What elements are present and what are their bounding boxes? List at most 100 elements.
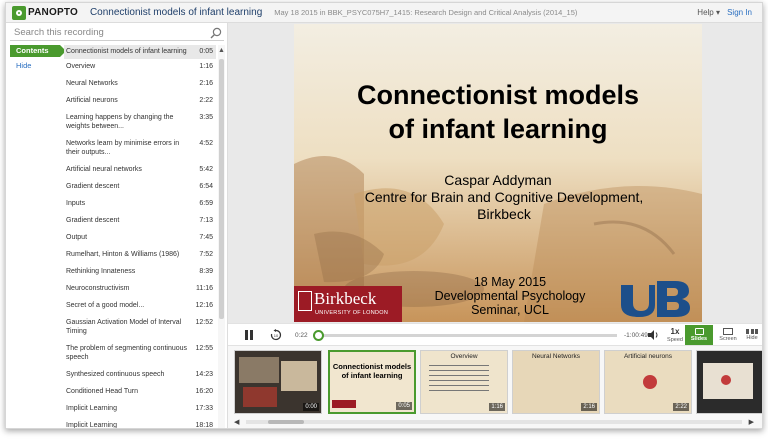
thumbnail-neuron-icon — [643, 375, 657, 389]
hide-panel-link[interactable]: Hide — [10, 61, 60, 70]
toc-item[interactable]: Implicit Learning 18:18 — [64, 418, 216, 429]
toc-item-title: Artificial neurons — [66, 97, 118, 104]
scrollbar-thumb[interactable] — [219, 59, 224, 319]
slide-content: Connectionist models of infant learning … — [294, 24, 702, 322]
toc-item[interactable]: Inputs 6:59 — [64, 196, 216, 213]
toc-item[interactable]: Gradient descent 7:13 — [64, 213, 216, 230]
thumbnail-time: 1:16 — [489, 403, 505, 411]
header-bar: PANOPTO Connectionist models of infant l… — [6, 3, 762, 23]
toc-item[interactable]: Secret of a good model... 12:16 — [64, 298, 216, 315]
thumbnail-4[interactable]: Artificial neurons 2:22 — [604, 350, 692, 414]
toc-item[interactable]: Rethinking Innateness 8:39 — [64, 264, 216, 281]
tab-contents[interactable]: Contents — [10, 45, 66, 57]
slide-affiliation-line1: Centre for Brain and Cognitive Developme… — [364, 189, 644, 205]
screen-view-button[interactable]: Screen — [717, 325, 739, 346]
rewind-icon[interactable]: 10 — [270, 329, 282, 341]
toc-item[interactable]: Learning happens by changing the weights… — [64, 110, 216, 136]
toc-item-title: Networks learn by minimise errors in the… — [66, 140, 180, 156]
screen-label: Screen — [719, 336, 737, 342]
toc-item[interactable]: Overview 1:16 — [64, 59, 216, 76]
scroll-left-icon[interactable]: ◀ — [234, 418, 239, 426]
toc-item-time: 1:16 — [199, 63, 213, 70]
toc-item-title: Implicit Learning — [66, 405, 117, 412]
thumbnail-1[interactable]: Connectionist models of infant learning … — [328, 350, 416, 414]
progress-knob[interactable] — [312, 330, 324, 341]
toc-item-title: Connectionist models of infant learning — [66, 48, 187, 55]
toc-item-title: Neuroconstructivism — [66, 285, 130, 292]
toc-item[interactable]: Networks learn by minimise errors in the… — [64, 136, 216, 162]
thumbnail-time: 2:22 — [673, 403, 689, 411]
slide-venue: Seminar, UCL — [471, 303, 549, 317]
table-of-contents: Connectionist models of infant learning 0… — [64, 45, 216, 429]
scroll-right-icon[interactable]: ▶ — [749, 418, 754, 426]
scroll-up-icon[interactable]: ▲ — [218, 47, 225, 54]
thumbnail-scroll-track[interactable] — [246, 420, 742, 424]
progress-bar[interactable] — [312, 330, 617, 341]
sign-in-link[interactable]: Sign In — [727, 8, 752, 17]
toc-item[interactable]: Neuroconstructivism 11:16 — [64, 281, 216, 298]
toc-item-title: Secret of a good model... — [66, 302, 145, 309]
thumbnail-title: Artificial neurons — [623, 353, 673, 360]
toc-item-title: Synthesized continuous speech — [66, 371, 165, 378]
universite-bourgogne-logo — [621, 281, 690, 317]
slides-icon — [694, 328, 704, 335]
panopto-viewer: PANOPTO Connectionist models of infant l… — [5, 2, 763, 429]
thumbnail-neuron-icon — [721, 375, 731, 385]
toc-item-time: 16:20 — [195, 388, 213, 395]
toc-item[interactable]: Implicit Learning 17:33 — [64, 401, 216, 418]
thumbnail-scrollbar[interactable]: ◀ ▶ — [234, 418, 754, 426]
hide-thumbnails-button[interactable]: Hide — [741, 325, 762, 346]
thumbnail-3[interactable]: Neural Networks 2:16 — [512, 350, 600, 414]
toc-item-title: The problem of segmenting continuous spe… — [66, 345, 188, 361]
toc-item[interactable]: The problem of segmenting continuous spe… — [64, 341, 216, 367]
toc-item-title: Learning happens by changing the weights… — [66, 114, 174, 130]
search-input[interactable]: Search this recording — [14, 27, 210, 38]
toc-item[interactable]: Output 7:45 — [64, 230, 216, 247]
birkbeck-logo-name: Birkbeck — [314, 289, 377, 308]
svg-text:10: 10 — [274, 333, 279, 338]
toc-item[interactable]: Artificial neurons 2:22 — [64, 93, 216, 110]
remaining-time: -1:00:49 — [624, 332, 648, 339]
speed-button[interactable]: 1x Speed — [665, 327, 685, 344]
toc-item-time: 18:18 — [195, 422, 213, 429]
panopto-logo-icon — [12, 5, 26, 20]
speed-label: Speed — [667, 337, 683, 343]
toc-item-title: Conditioned Head Turn — [66, 388, 138, 395]
toc-item[interactable]: Gaussian Activation Model of Interval Ti… — [64, 315, 216, 341]
volume-icon[interactable] — [648, 330, 659, 340]
toc-item[interactable]: Rumelhart, Hinton & Williams (1986) 7:52 — [64, 247, 216, 264]
panopto-logo[interactable]: PANOPTO — [12, 5, 78, 20]
recording-title: Connectionist models of infant learning — [89, 7, 263, 18]
toc-item[interactable]: Neural Networks 2:16 — [64, 76, 216, 93]
toc-item-title: Gradient descent — [66, 183, 120, 190]
slide-view: Connectionist models of infant learning … — [294, 24, 702, 322]
toc-item-title: Rumelhart, Hinton & Williams (1986) — [66, 251, 180, 258]
thumbnail-scroll-thumb[interactable] — [268, 420, 304, 424]
toc-item[interactable]: Connectionist models of infant learning 0… — [64, 45, 216, 59]
toc-item[interactable]: Gradient descent 6:54 — [64, 179, 216, 196]
toc-item[interactable]: Conditioned Head Turn 16:20 — [64, 384, 216, 401]
help-menu[interactable]: Help ▾ — [697, 8, 720, 17]
toc-item-time: 12:52 — [195, 319, 213, 326]
screen-icon — [723, 328, 733, 335]
search-box[interactable]: Search this recording — [10, 25, 224, 41]
toc-item[interactable]: Artificial neural networks 5:42 — [64, 162, 216, 179]
pause-icon[interactable] — [244, 330, 254, 340]
thumbnail-time: 0:00 — [303, 403, 319, 411]
search-icon[interactable] — [210, 27, 222, 39]
slides-view-button[interactable]: Slides — [685, 325, 713, 346]
birkbeck-crest-icon — [298, 291, 312, 311]
toc-item-time: 6:59 — [199, 200, 213, 207]
toc-item-title: Neural Networks — [66, 80, 118, 87]
thumbnail-2[interactable]: Overview 1:16 — [420, 350, 508, 414]
toc-item-time: 8:39 — [199, 268, 213, 275]
toc-item[interactable]: Synthesized continuous speech 14:23 — [64, 367, 216, 384]
toc-item-title: Implicit Learning — [66, 422, 117, 429]
toc-item-time: 12:55 — [195, 345, 213, 352]
slide-affiliation: Centre for Brain and Cognitive Developme… — [334, 189, 674, 223]
toc-scrollbar[interactable]: ▲ — [218, 45, 225, 428]
thumbnail-5[interactable] — [696, 350, 762, 414]
toc-item-title: Artificial neural networks — [66, 166, 142, 173]
thumbnail-0[interactable]: 0:00 — [234, 350, 322, 414]
toc-item-time: 2:22 — [199, 97, 213, 104]
